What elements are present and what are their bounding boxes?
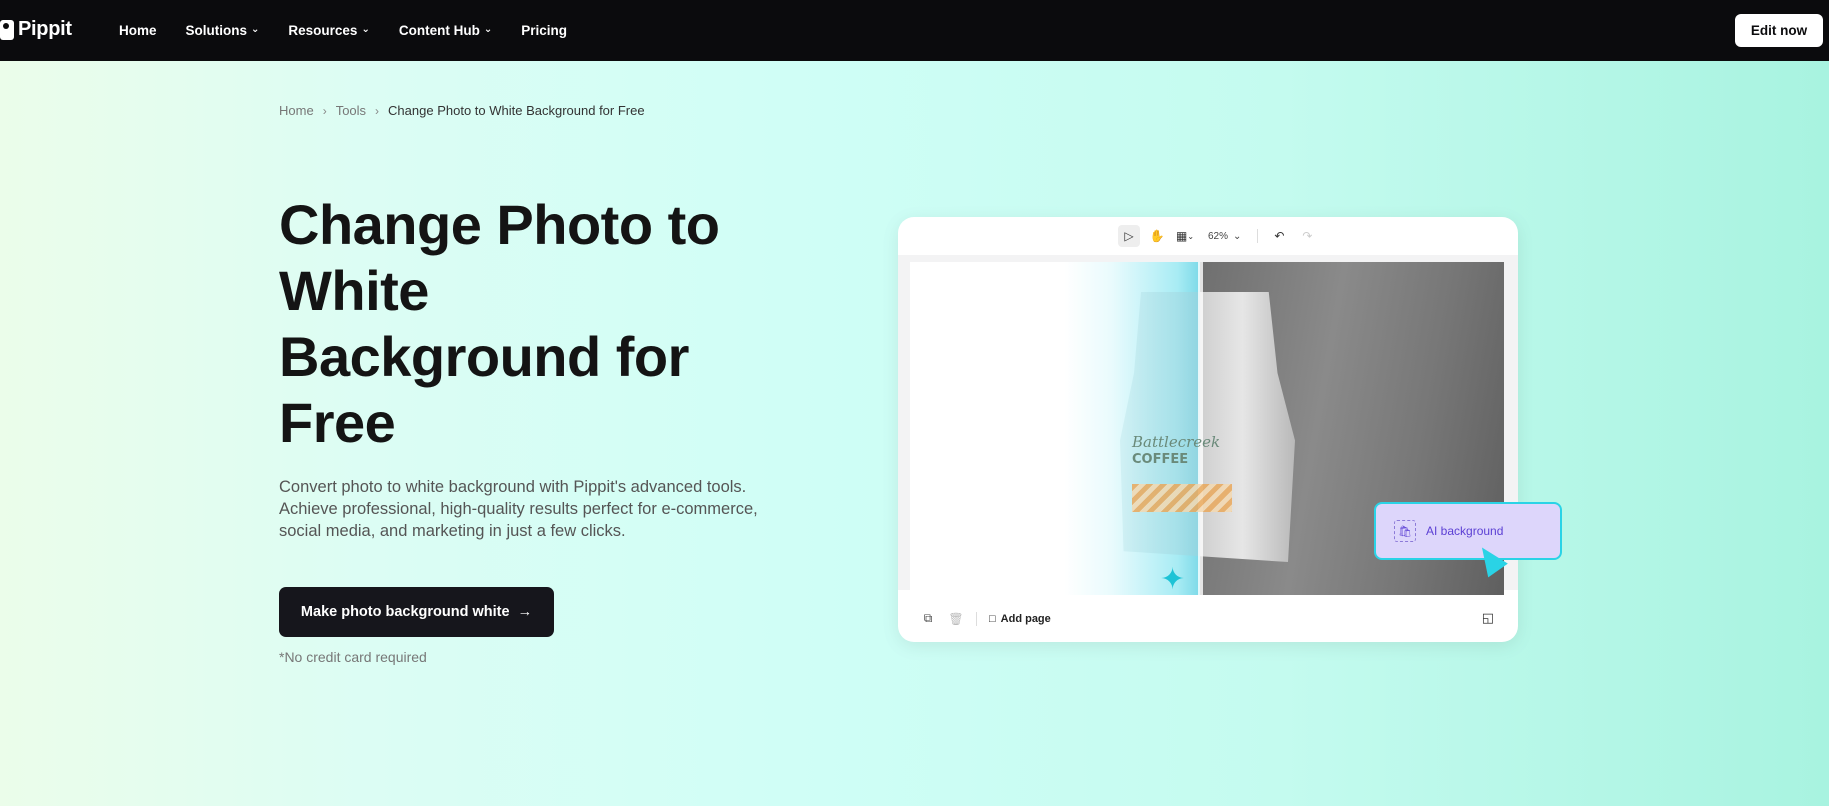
chevron-down-icon: ⌄ [361,24,370,35]
lock-icon[interactable]: ◱ [1482,610,1494,626]
undo-icon[interactable]: ↶ [1268,225,1290,247]
breadcrumb-current: Change Photo to White Background for Fre… [388,103,645,118]
nav-item-resources[interactable]: Resources ⌄ [288,23,369,38]
nav-item-label: Resources [288,23,358,38]
chevron-right-icon: › [375,103,380,118]
zoom-level: 62% [1208,230,1229,242]
zoom-select[interactable]: 62% ⌄ [1208,231,1241,242]
title-line: White [279,259,429,322]
editor-bottom-bar: ⧉ 🗑 □ Add page ◱ [898,595,1518,642]
pippit-logo[interactable]: Pippit [0,18,72,41]
nav-item-home[interactable]: Home [119,23,157,38]
nav-item-label: Home [119,23,157,38]
hero-description: Convert photo to white background with P… [279,478,758,540]
nav-item-pricing[interactable]: Pricing [521,23,567,38]
arrow-right-icon: → [517,604,533,620]
duplicate-icon[interactable]: ⧉ [920,611,936,627]
shopping-bag-icon: 🛍 [1394,520,1416,542]
chevron-down-icon: ⌄ [483,24,493,35]
bag-stripe-decoration [1132,484,1232,512]
bag-label-script: Battlecreek [1132,433,1221,451]
breadcrumb-tools[interactable]: Tools [336,103,366,118]
logo-text: Pippit [18,18,72,40]
cta-label: Make photo background white [300,604,510,620]
top-navbar: Pippit Home Solutions ⌄ Resources ⌄ Cont… [0,0,1829,61]
editor-preview: ▷ ✋ ▦ ⌄ 62% ⌄ ↶ ↷ Battlecreek COFFEE ✦ ⧉ … [898,217,1518,642]
chevron-down-icon: ⌄ [251,24,260,35]
ai-background-chip[interactable]: 🛍 AI background [1374,502,1562,560]
chevron-right-icon: › [322,103,327,118]
breadcrumb: Home › Tools › Change Photo to White Bac… [279,103,645,118]
nav-menu: Home Solutions ⌄ Resources ⌄ Content Hub… [119,0,596,61]
nav-item-label: Content Hub [398,23,480,38]
layout-icon[interactable]: ▦ ⌄ [1174,225,1196,247]
nav-item-content-hub[interactable]: Content Hub ⌄ [399,23,492,38]
bag-label-coffee: COFFEE [1132,452,1189,467]
trash-icon[interactable]: 🗑 [948,611,964,627]
sparkle-icon: ✦ [1160,563,1186,595]
toolbar-divider [1257,229,1259,243]
nav-item-solutions[interactable]: Solutions ⌄ [186,23,260,38]
add-page-icon: □ [989,612,996,625]
make-photo-background-white-button[interactable]: Make photo background white → [279,587,554,637]
hand-icon[interactable]: ✋ [1146,225,1168,247]
chevron-down-icon: ⌄ [1233,230,1242,242]
title-line: Background for [279,325,689,388]
compare-divider[interactable] [1198,262,1203,595]
ai-background-label: AI background [1426,524,1504,538]
breadcrumb-home[interactable]: Home [279,103,314,118]
add-page-label: Add page [1000,612,1051,625]
no-credit-card-note: *No credit card required [279,649,427,665]
add-page-button[interactable]: □ Add page [989,613,1051,625]
page-title: Change Photo to White Background for Fre… [279,192,799,456]
coffee-bag-image [1120,292,1295,562]
bottombar-divider [976,611,977,626]
redo-icon[interactable]: ↷ [1296,225,1318,247]
pippit-logo-icon [0,19,14,40]
nav-item-label: Solutions [185,23,248,38]
editor-toolbar: ▷ ✋ ▦ ⌄ 62% ⌄ ↶ ↷ [1118,225,1318,247]
title-line: Change Photo to [279,193,720,256]
select-cursor-icon[interactable]: ▷ [1118,225,1140,247]
nav-item-label: Pricing [521,23,567,38]
title-line: Free [279,391,396,454]
edit-now-button[interactable]: Edit now [1735,14,1823,47]
